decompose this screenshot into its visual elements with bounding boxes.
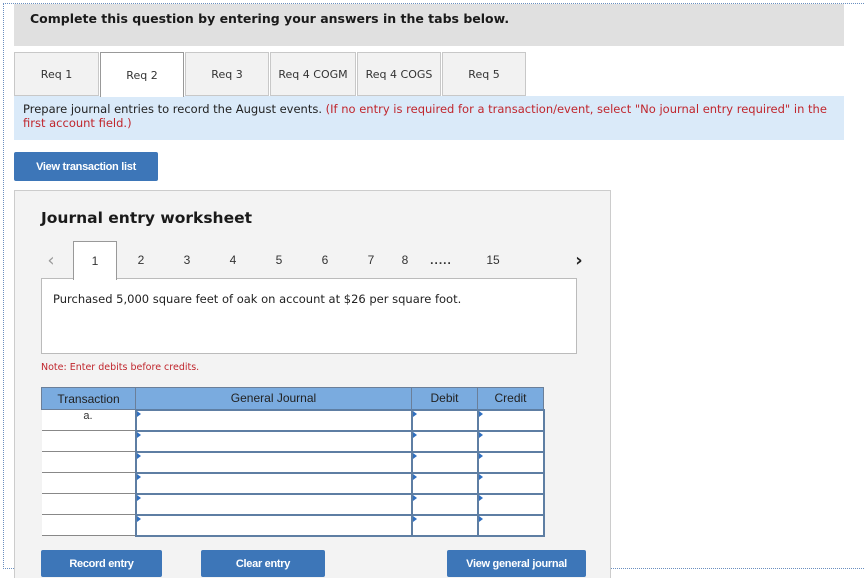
debit-field[interactable] [410,429,479,453]
journal-table: Transaction General Journal Debit Credit… [41,387,545,537]
credit-field[interactable] [476,408,545,432]
header-transaction: Transaction [41,387,136,410]
page-8[interactable]: 8 [395,241,415,279]
record-entry-button[interactable]: Record entry [41,550,162,577]
journal-entry-worksheet: Journal entry worksheet ‹ 1 2 3 4 5 6 7 … [14,190,611,578]
tab-req-1[interactable]: Req 1 [14,52,99,96]
debit-field[interactable] [410,408,479,432]
table-row [41,450,545,474]
tab-req-2[interactable]: Req 2 [100,52,184,97]
transaction-label: a. [41,409,136,431]
transaction-label [41,430,136,452]
req-tabs: Req 1 Req 2 Req 3 Req 4 COGM Req 4 COGS … [14,52,527,97]
chevron-left-icon[interactable]: ‹ [41,241,61,279]
page-6[interactable]: 6 [303,241,347,279]
tab-req-3[interactable]: Req 3 [185,52,269,96]
view-transaction-list-button[interactable]: View transaction list [14,152,158,181]
debit-credit-note: Note: Enter debits before credits. [41,362,200,373]
page-5[interactable]: 5 [257,241,301,279]
tab-req-4-cogm[interactable]: Req 4 COGM [270,52,356,96]
header-debit: Debit [411,387,478,410]
table-row [41,471,545,495]
transaction-description: Purchased 5,000 square feet of oak on ac… [41,278,577,354]
transaction-label [41,451,136,473]
page-1[interactable]: 1 [73,241,117,280]
debit-field[interactable] [410,471,479,495]
chevron-right-icon[interactable]: › [569,241,589,279]
account-field[interactable] [134,492,413,516]
pager-ellipsis: ..... [430,253,452,267]
header-credit: Credit [477,387,544,410]
page-4[interactable]: 4 [211,241,255,279]
instruction-bar: Complete this question by entering your … [14,4,844,46]
table-row [41,492,545,516]
table-row [41,513,545,537]
tab-req-4-cogs[interactable]: Req 4 COGS [357,52,441,96]
transaction-label [41,493,136,515]
table-row: a. [41,408,545,432]
page-15[interactable]: 15 [471,241,515,279]
transaction-label [41,514,136,536]
prompt-text: Prepare journal entries to record the Au… [23,102,326,116]
entry-pager: ‹ 1 2 3 4 5 6 7 8 ..... 15 › [41,241,589,280]
credit-field[interactable] [476,450,545,474]
account-field[interactable] [134,513,413,537]
header-general-journal: General Journal [135,387,412,410]
account-field[interactable] [134,450,413,474]
debit-field[interactable] [410,513,479,537]
page-2[interactable]: 2 [119,241,163,279]
table-row [41,429,545,453]
question-frame: Complete this question by entering your … [3,3,864,578]
debit-field[interactable] [410,450,479,474]
tab-req-5[interactable]: Req 5 [442,52,526,96]
account-field[interactable] [134,429,413,453]
credit-field[interactable] [476,492,545,516]
account-field[interactable] [134,408,413,432]
credit-field[interactable] [476,429,545,453]
credit-field[interactable] [476,513,545,537]
debit-field[interactable] [410,492,479,516]
worksheet-title: Journal entry worksheet [41,209,253,227]
credit-field[interactable] [476,471,545,495]
view-general-journal-button[interactable]: View general journal [447,550,586,577]
transaction-label [41,472,136,494]
prompt-box: Prepare journal entries to record the Au… [14,96,844,140]
page-3[interactable]: 3 [165,241,209,279]
clear-entry-button[interactable]: Clear entry [201,550,325,577]
account-field[interactable] [134,471,413,495]
instruction-text: Complete this question by entering your … [30,11,510,26]
page-7[interactable]: 7 [349,241,393,279]
